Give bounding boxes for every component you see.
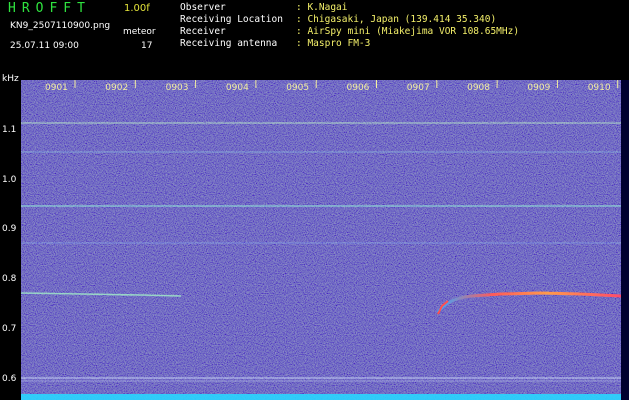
header-panel: HROFFT 1.00f KN9_2507110900.png meteor 2… — [0, 0, 629, 78]
info-row-location: Receiving Location : Chigasaki, Japan (1… — [180, 14, 519, 26]
info-row-antenna: Receiving antenna : Maspro FM-3 — [180, 38, 519, 50]
y-tick-label: 1.0 — [2, 175, 17, 185]
y-tick-label: 0.9 — [2, 224, 17, 234]
x-tick-label: 0902 — [105, 83, 128, 93]
info-value: : Chigasaki, Japan (139.414 35.340) — [296, 14, 497, 25]
y-tick-label: 1.1 — [2, 125, 17, 135]
y-tick-label: 0.8 — [2, 274, 17, 284]
info-key: Receiving antenna — [180, 38, 278, 49]
x-tick-label: 0910 — [588, 83, 611, 93]
info-row-receiver: Receiver : AirSpy mini (Miakejima VOR 10… — [180, 26, 519, 38]
meteor-count: 17 — [141, 41, 153, 51]
info-key: Receiver — [180, 26, 226, 37]
file-name: KN9_2507110900.png — [10, 21, 111, 31]
spectrogram[interactable]: 0901 0902 0903 0904 0905 0906 0907 0908 0909 0910 — [21, 80, 621, 400]
info-value: : AirSpy mini (Miakejima VOR 108.65MHz) — [296, 26, 520, 37]
spectrogram-noise — [21, 80, 621, 400]
info-row-observer: Observer : K.Nagai — [180, 2, 519, 14]
y-tick-label: 0.6 — [2, 374, 17, 384]
y-tick-label: 0.7 — [2, 324, 17, 334]
app-logo: HROFFT — [8, 1, 91, 16]
info-key: Receiving Location — [180, 14, 283, 25]
info-key: Observer — [180, 2, 226, 13]
station-info: Observer : K.Nagai Receiving Location : … — [180, 2, 519, 50]
x-tick-label: 0906 — [347, 83, 370, 93]
right-margin-bar — [621, 80, 629, 400]
x-tick-label: 0908 — [467, 83, 490, 93]
y-unit-label: kHz — [2, 74, 19, 84]
x-tick-label: 0907 — [407, 83, 430, 93]
info-value: : Maspro FM-3 — [296, 38, 371, 49]
x-tick-label: 0909 — [527, 83, 550, 93]
x-tick-label: 0904 — [226, 83, 249, 93]
info-value: : K.Nagai — [296, 2, 348, 13]
x-tick-label: 0903 — [166, 83, 189, 93]
bottom-noise-strip — [21, 394, 621, 400]
meteor-label: meteor — [123, 27, 156, 37]
x-tick-label: 0901 — [45, 83, 68, 93]
x-tick-label: 0905 — [286, 83, 309, 93]
date-time: 25.07.11 09:00 — [10, 41, 79, 51]
version-label: 1.00f — [124, 3, 150, 14]
